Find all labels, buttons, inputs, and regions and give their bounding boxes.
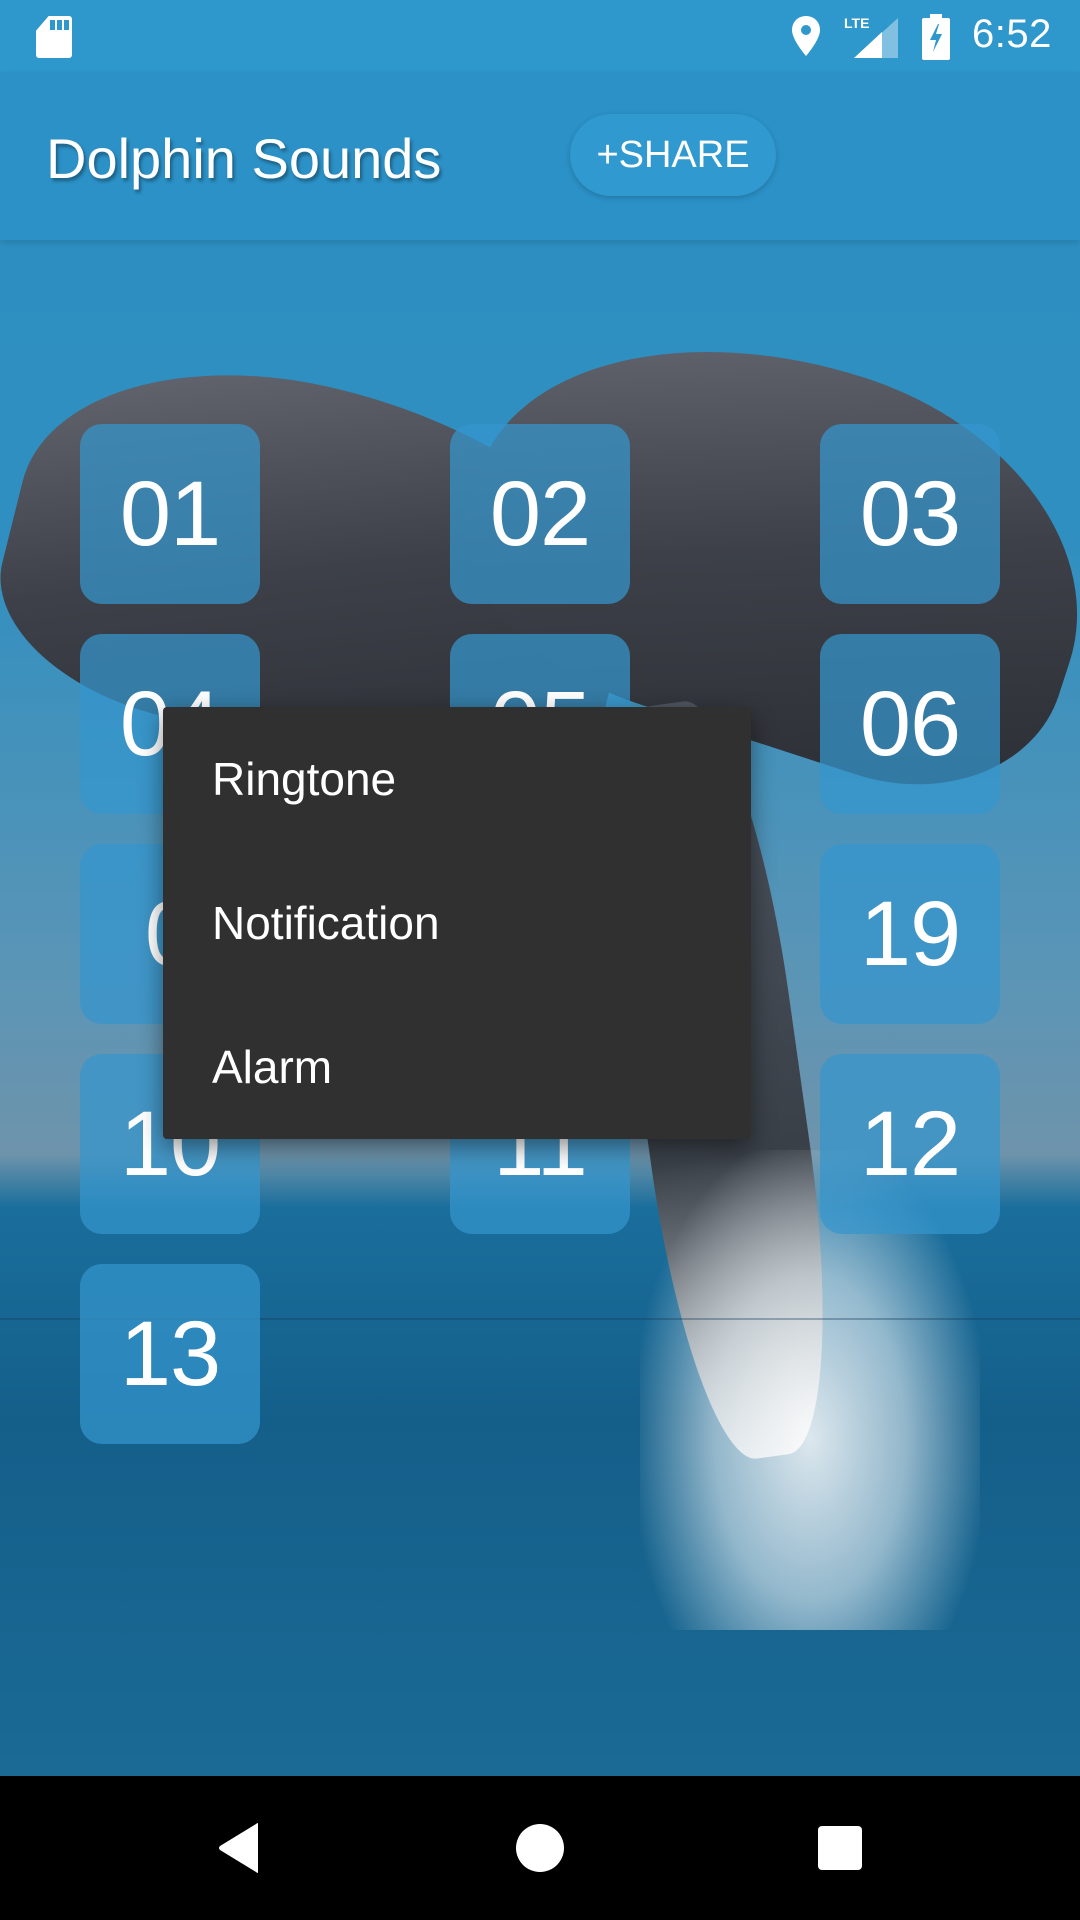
- menu-item-ringtone[interactable]: Ringtone: [163, 707, 751, 851]
- status-bar: LTE 6:52: [0, 0, 1080, 72]
- navigation-bar: [0, 1776, 1080, 1920]
- app-title: Dolphin Sounds: [46, 127, 442, 190]
- recents-square-icon: [818, 1826, 862, 1870]
- clock: 6:52: [972, 12, 1052, 56]
- set-as-popup-menu: Ringtone Notification Alarm: [163, 707, 751, 1139]
- home-circle-icon: [516, 1824, 564, 1872]
- sound-tile[interactable]: 06: [820, 634, 1000, 814]
- menu-item-notification[interactable]: Notification: [163, 851, 751, 995]
- back-button[interactable]: [208, 1816, 272, 1880]
- home-button[interactable]: [508, 1816, 572, 1880]
- sound-tile[interactable]: 02: [450, 424, 630, 604]
- recents-button[interactable]: [808, 1816, 872, 1880]
- battery-charging-icon: [922, 14, 950, 60]
- sound-tile[interactable]: 12: [820, 1054, 1000, 1234]
- location-icon: [792, 16, 820, 56]
- back-triangle-icon: [219, 1823, 258, 1873]
- share-button[interactable]: +SHARE: [570, 114, 776, 196]
- sound-tile[interactable]: 13: [80, 1264, 260, 1444]
- lte-signal-icon: LTE: [844, 15, 898, 58]
- app-bar: Dolphin Sounds +SHARE: [0, 72, 1080, 240]
- sound-tile[interactable]: 19: [820, 844, 1000, 1024]
- menu-item-alarm[interactable]: Alarm: [163, 995, 751, 1139]
- sound-tile[interactable]: 03: [820, 424, 1000, 604]
- svg-text:LTE: LTE: [844, 15, 869, 31]
- sd-card-icon: [36, 16, 72, 58]
- sound-tile[interactable]: 01: [80, 424, 260, 604]
